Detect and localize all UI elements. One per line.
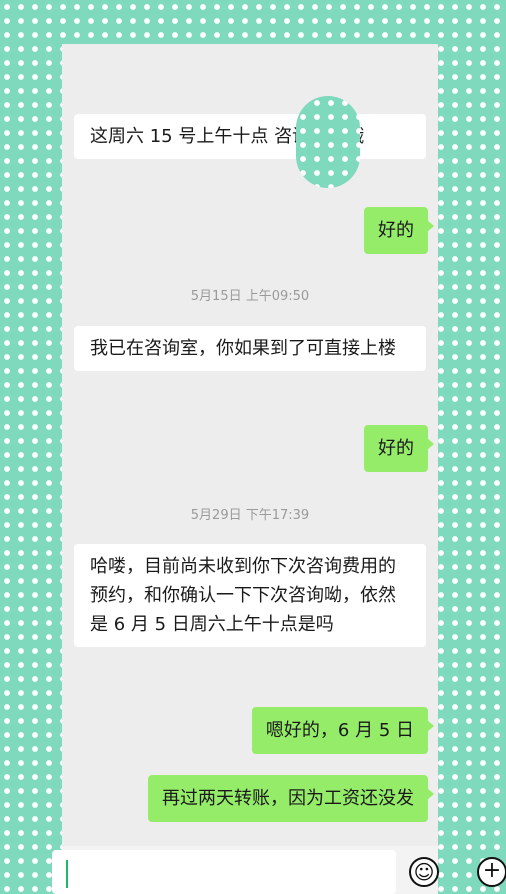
outgoing-message-bubble[interactable]: 好的 — [364, 425, 434, 472]
outgoing-message-bubble[interactable]: 好的 — [364, 207, 434, 254]
incoming-message-bubble[interactable]: 这周六 15 号上午十点 咨询室见哦 — [74, 114, 426, 159]
incoming-message-bubble[interactable]: 哈喽，目前尚未收到你下次咨询费用的预约，和你确认一下下次咨询呦，依然是 6 月 … — [74, 544, 426, 647]
emoji-icon[interactable]: ☺ — [409, 857, 439, 887]
outgoing-message-bubble[interactable]: 再过两天转账，因为工资还没发 — [148, 775, 434, 822]
incoming-message-bubble[interactable]: 我已在咨询室，你如果到了可直接上楼 — [74, 326, 426, 371]
plus-icon[interactable]: + — [477, 857, 506, 887]
timestamp: 5月15日 上午09:50 — [190, 289, 310, 304]
message-input[interactable] — [52, 850, 396, 894]
timestamp: 5月29日 下午17:39 — [190, 508, 310, 523]
redaction-mark — [296, 96, 360, 188]
chat-area: 这周六 15 号上午十点 咨询室见哦 好的 5月15日 上午09:50 我已在咨… — [62, 44, 438, 894]
outgoing-message-bubble[interactable]: 嗯好的，6 月 5 日 — [251, 707, 435, 754]
text-cursor — [66, 860, 68, 888]
